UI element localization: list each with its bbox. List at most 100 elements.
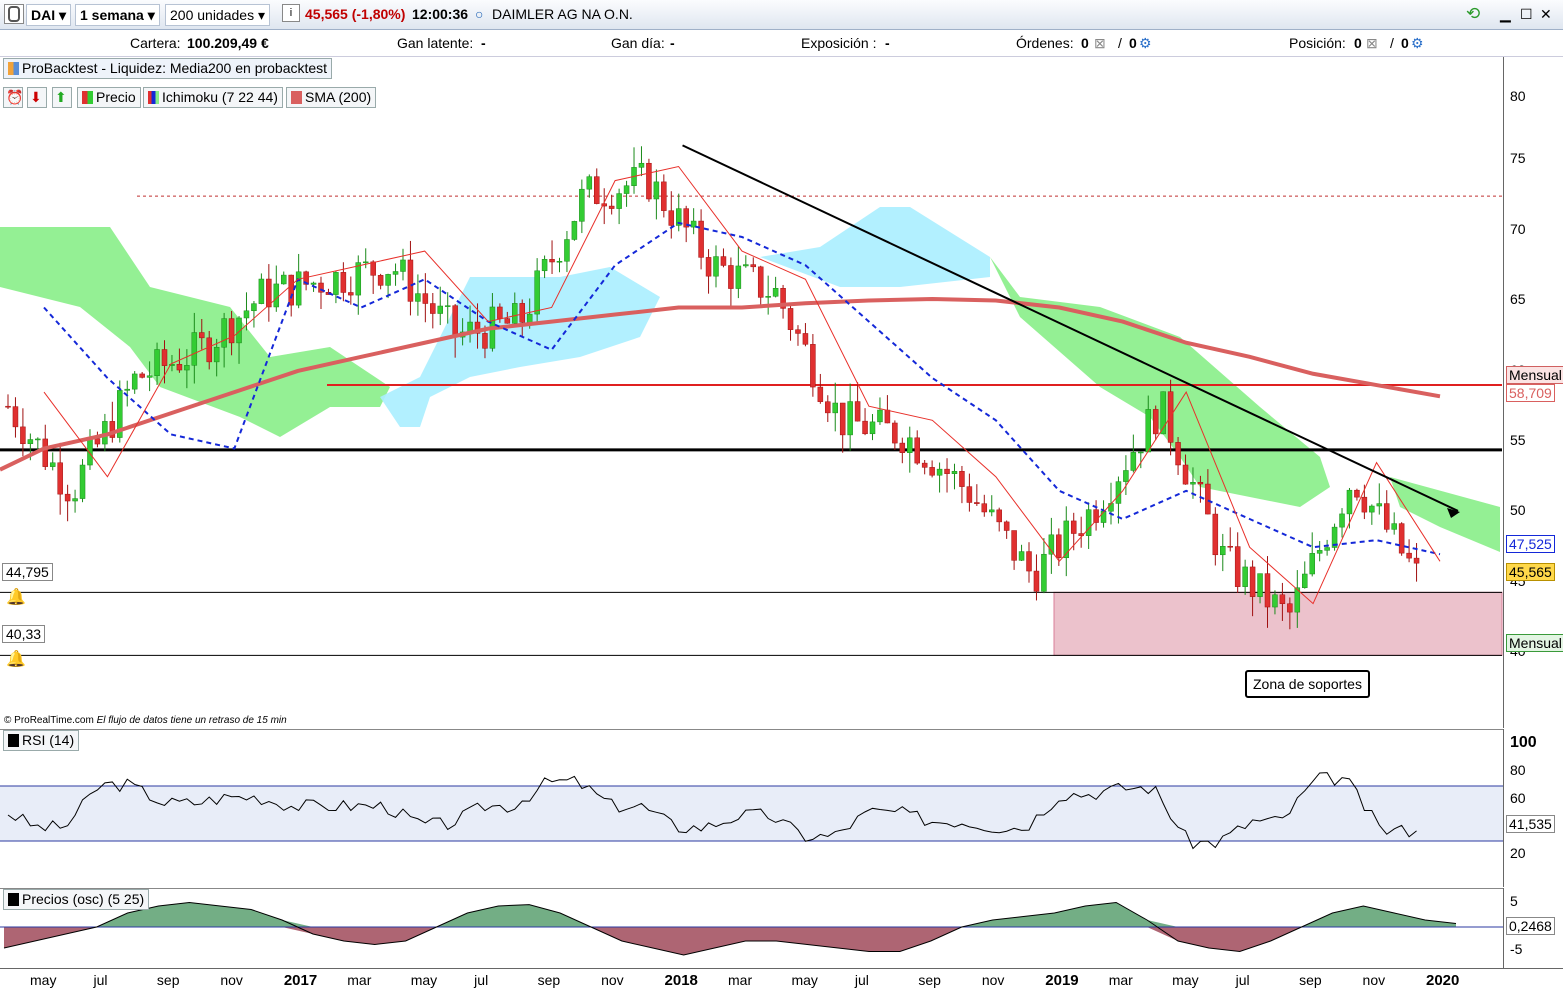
alert-level-2[interactable]: 40,33 <box>2 625 46 643</box>
time-axis-label: may <box>1172 972 1199 988</box>
candle-up <box>49 462 56 467</box>
candle-down <box>497 306 503 319</box>
candle-up <box>154 349 160 376</box>
candle-down <box>452 305 458 338</box>
candle-up <box>385 274 391 286</box>
alarm-icon[interactable]: ⏰ <box>3 87 23 108</box>
candle-down <box>802 333 809 345</box>
candle-down <box>1056 534 1062 559</box>
symbol-selector[interactable]: DAI ▾ <box>26 4 72 26</box>
close-position-icon[interactable]: ⊠ <box>1366 35 1378 52</box>
oscillator-chart[interactable] <box>0 888 1503 969</box>
candle-down <box>795 329 801 334</box>
backtest-label[interactable]: ProBacktest - Liquidez: Media200 en prob… <box>3 58 333 79</box>
rsi-legend[interactable]: RSI (14) <box>3 730 80 751</box>
candle-down <box>1182 464 1189 485</box>
candle-down <box>519 303 525 323</box>
price-tick: 75 <box>1510 150 1526 166</box>
bell-icon[interactable]: 🔔 <box>6 587 26 607</box>
candle-down <box>161 349 168 366</box>
candle-down <box>20 426 26 444</box>
legend-ichimoku-label: Ichimoku (7 22 44) <box>162 89 278 105</box>
candle-up <box>35 438 41 441</box>
candle-down <box>750 264 757 268</box>
info-icon[interactable]: i <box>282 4 300 22</box>
minimize-icon[interactable]: ▁ <box>1500 4 1511 24</box>
ordenes-count: 0 <box>1081 35 1089 51</box>
candle-up <box>400 259 406 272</box>
candle-down <box>668 210 675 226</box>
candle-up <box>988 509 995 513</box>
rsi-chart[interactable] <box>0 729 1503 888</box>
refresh-icon[interactable]: ⟲ <box>1466 4 1480 24</box>
cancel-orders-icon[interactable]: ⊠ <box>1094 35 1106 52</box>
candle-up <box>832 402 838 414</box>
candle-down <box>594 176 600 204</box>
candle-down <box>661 181 667 211</box>
candle-down <box>825 401 831 414</box>
candle-down <box>817 386 824 402</box>
top-toolbar: DAI ▾ 1 semana ▾ 200 unidades ▾ i 45,565… <box>0 0 1563 30</box>
candle-up <box>951 471 958 474</box>
candle-down <box>430 303 436 314</box>
candle-up <box>392 271 399 275</box>
gear-icon[interactable]: ⚙ <box>1411 35 1424 52</box>
legend-precio[interactable]: Precio <box>77 87 141 108</box>
candle-down <box>1249 566 1256 597</box>
link-icon[interactable] <box>4 4 24 24</box>
alert-level-1[interactable]: 44,795 <box>2 563 53 581</box>
candle-down <box>1011 530 1017 561</box>
osc-legend[interactable]: Precios (osc) (5 25) <box>3 889 150 910</box>
candle-down <box>1033 570 1040 592</box>
candle-up <box>1018 551 1025 561</box>
candle-up <box>131 373 138 390</box>
legend-ichimoku[interactable]: Ichimoku (7 22 44) <box>143 87 283 108</box>
candle-up <box>847 401 853 436</box>
bell-icon[interactable]: 🔔 <box>6 649 26 669</box>
candle-up <box>1391 523 1397 530</box>
time-axis-label: jul <box>1235 972 1250 988</box>
candle-down <box>608 205 615 209</box>
candle-up <box>1346 489 1353 515</box>
time-axis-label: jul <box>93 972 108 988</box>
candle-up <box>556 261 563 263</box>
candle-up <box>1316 550 1323 554</box>
candle-down <box>266 278 272 308</box>
units-selector[interactable]: 200 unidades ▾ <box>165 4 270 26</box>
time-axis-label: 2020 <box>1426 972 1460 989</box>
support-zone-annotation[interactable]: Zona de soportes <box>1245 670 1370 698</box>
sell-arrow-icon[interactable]: ⬇ <box>27 87 47 108</box>
candle-up <box>512 303 518 324</box>
candle-down <box>1205 483 1211 515</box>
time-axis-label: nov <box>220 972 243 988</box>
candle-up <box>362 261 369 264</box>
close-icon[interactable]: ✕ <box>1540 4 1552 24</box>
osc-tick: -5 <box>1510 941 1523 957</box>
gear-icon[interactable]: ⚙ <box>1139 35 1152 52</box>
buy-arrow-icon[interactable]: ⬆ <box>52 87 72 108</box>
candle-down <box>1383 503 1390 530</box>
gan-latente-value: - <box>481 35 486 51</box>
price-chart[interactable] <box>0 57 1503 728</box>
candle-down <box>959 471 965 487</box>
candle-up <box>1369 505 1375 513</box>
period-selector[interactable]: 1 semana ▾ <box>75 4 160 26</box>
mensual-resistance-tag: Mensual <box>1506 366 1563 384</box>
exposicion-value: - <box>885 35 890 51</box>
time-axis-label: sep <box>156 972 180 988</box>
rsi-axis: 100 80 60 20 <box>1503 729 1562 887</box>
footer-credit: © ProRealTime.com El flujo de datos tien… <box>4 715 287 726</box>
rsi-value-tag: 41,535 <box>1506 815 1555 833</box>
candle-up <box>333 272 339 295</box>
candle-down <box>422 293 429 304</box>
legend-sma[interactable]: SMA (200) <box>286 87 377 108</box>
rsi-tick: 100 <box>1510 734 1537 751</box>
candle-down <box>42 438 49 467</box>
candle-down <box>504 318 511 324</box>
rsi-label: RSI (14) <box>22 732 75 748</box>
osc-tick: 5 <box>1510 893 1518 909</box>
gan-dia-label: Gan día: <box>611 35 665 51</box>
candle-down <box>981 503 988 513</box>
maximize-icon[interactable]: ☐ <box>1520 4 1533 24</box>
candle-down <box>862 420 868 435</box>
